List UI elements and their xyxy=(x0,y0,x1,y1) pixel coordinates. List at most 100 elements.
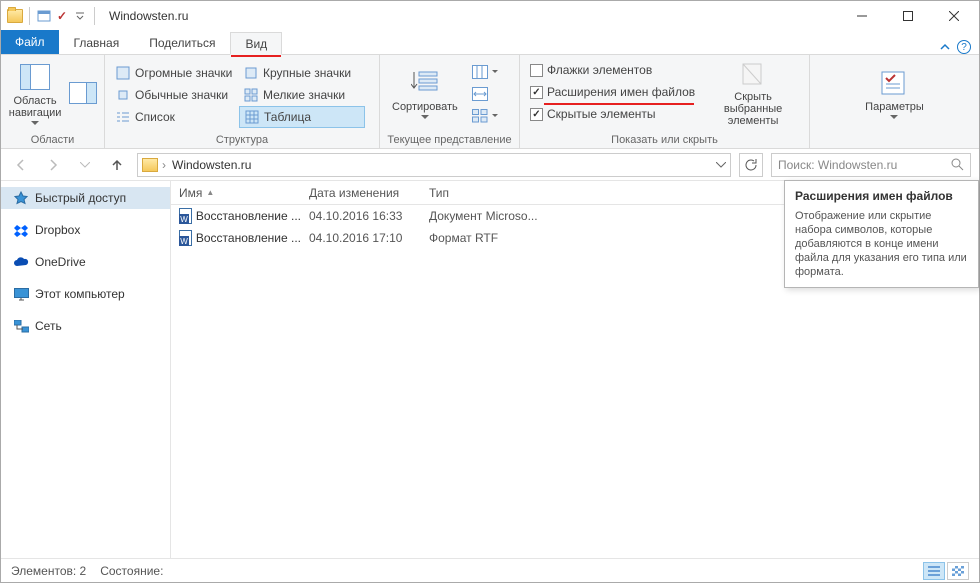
sort-asc-icon: ▲ xyxy=(206,188,214,197)
checkbox-icon xyxy=(530,108,543,121)
layout-large[interactable]: Крупные значки xyxy=(239,62,367,84)
layout-huge[interactable]: Огромные значки xyxy=(111,62,239,84)
options-icon xyxy=(878,67,910,99)
layout-details[interactable]: Таблица xyxy=(239,106,365,128)
recent-dropdown[interactable] xyxy=(73,153,97,177)
tab-share[interactable]: Поделиться xyxy=(134,31,230,54)
sidebar-network[interactable]: Сеть xyxy=(1,315,170,337)
word-doc-icon xyxy=(179,208,192,224)
thumbnails-view-toggle[interactable] xyxy=(947,562,969,580)
app-folder-icon xyxy=(7,9,23,23)
tabbar: Файл Главная Поделиться Вид ? xyxy=(1,31,979,55)
collapse-ribbon-icon[interactable] xyxy=(939,41,951,53)
dropbox-icon xyxy=(13,222,29,238)
details-icon xyxy=(244,109,260,125)
forward-button[interactable] xyxy=(41,153,65,177)
group-layout-label: Структура xyxy=(111,132,373,148)
word-doc-icon xyxy=(179,230,192,246)
status-state: Состояние: xyxy=(100,564,163,578)
tooltip-extensions: Расширения имен файлов Отображение или с… xyxy=(784,180,979,288)
checkbox-item-checkboxes[interactable]: Флажки элементов xyxy=(526,59,699,81)
preview-pane-button[interactable] xyxy=(67,57,98,129)
header-date[interactable]: Дата изменения xyxy=(301,186,421,200)
up-button[interactable] xyxy=(105,153,129,177)
monitor-icon xyxy=(13,286,29,302)
hide-selected-label: Скрыть выбранные элементы xyxy=(709,91,797,127)
content-area: Быстрый доступ Dropbox OneDrive Этот ком… xyxy=(1,181,979,559)
dropdown-arrow-icon xyxy=(890,115,898,120)
layout-list[interactable]: Список xyxy=(111,106,239,128)
status-item-count: Элементов: 2 xyxy=(11,564,86,578)
help-icon[interactable]: ? xyxy=(957,40,971,54)
header-type[interactable]: Тип xyxy=(421,186,621,200)
add-columns-button[interactable] xyxy=(468,61,502,83)
back-button[interactable] xyxy=(9,153,33,177)
sidebar: Быстрый доступ Dropbox OneDrive Этот ком… xyxy=(1,181,171,559)
sidebar-this-pc[interactable]: Этот компьютер xyxy=(1,283,170,305)
qat-dropdown-icon[interactable] xyxy=(72,8,88,24)
sort-button[interactable]: Сортировать xyxy=(386,57,464,129)
crumb-separator: › xyxy=(162,158,166,172)
columns-icon xyxy=(472,64,488,80)
qat-properties-icon[interactable] xyxy=(36,8,52,24)
small-icons-icon xyxy=(243,87,259,103)
options-label: Параметры xyxy=(865,101,924,113)
breadcrumb-location[interactable]: Windowsten.ru xyxy=(170,158,253,172)
checkbox-hidden-items[interactable]: Скрытые элементы xyxy=(526,103,699,125)
header-name[interactable]: Имя▲ xyxy=(171,186,301,200)
navigation-pane-button[interactable]: Область навигации xyxy=(7,57,63,129)
ribbon: Область навигации Области Огромные значк… xyxy=(1,55,979,149)
details-view-toggle[interactable] xyxy=(923,562,945,580)
group-view-label: Текущее представление xyxy=(386,132,513,148)
statusbar: Элементов: 2 Состояние: xyxy=(1,558,979,582)
sidebar-dropbox[interactable]: Dropbox xyxy=(1,219,170,241)
dropdown-arrow-icon xyxy=(421,115,429,120)
size-columns-button[interactable] xyxy=(468,83,502,105)
search-box[interactable]: Поиск: Windowsten.ru xyxy=(771,153,971,177)
refresh-button[interactable] xyxy=(739,153,763,177)
layout-small[interactable]: Мелкие значки xyxy=(239,84,367,106)
tab-home[interactable]: Главная xyxy=(59,31,135,54)
tooltip-body: Отображение или скрытие набора символов,… xyxy=(795,209,968,279)
tab-file[interactable]: Файл xyxy=(1,30,59,54)
sidebar-onedrive[interactable]: OneDrive xyxy=(1,251,170,273)
maximize-button[interactable] xyxy=(885,1,931,31)
sidebar-quick-access[interactable]: Быстрый доступ xyxy=(1,187,170,209)
address-dropdown-icon[interactable] xyxy=(716,162,726,168)
large-icons-icon xyxy=(243,65,259,81)
details-bars-icon xyxy=(928,566,940,576)
layout-medium[interactable]: Обычные значки xyxy=(111,84,239,106)
network-icon xyxy=(13,318,29,334)
minimize-button[interactable] xyxy=(839,1,885,31)
checkbox-icon xyxy=(530,86,543,99)
list-icon xyxy=(115,109,131,125)
sort-icon xyxy=(409,67,441,99)
onedrive-icon xyxy=(13,254,29,270)
search-placeholder: Поиск: Windowsten.ru xyxy=(778,158,897,172)
navigation-pane-icon xyxy=(19,61,51,93)
tooltip-title: Расширения имен файлов xyxy=(795,189,968,203)
navigation-pane-label: Область навигации xyxy=(9,95,62,119)
separator xyxy=(29,7,30,25)
group-by-button[interactable] xyxy=(468,105,502,127)
options-button[interactable]: Параметры xyxy=(859,57,930,129)
checkbox-file-extensions[interactable]: Расширения имен файлов xyxy=(526,81,699,103)
group-panes-label: Области xyxy=(7,132,98,148)
huge-icons-icon xyxy=(115,65,131,81)
tab-view[interactable]: Вид xyxy=(230,32,282,55)
preview-pane-icon xyxy=(67,77,99,109)
address-bar[interactable]: › Windowsten.ru xyxy=(137,153,731,177)
hide-selected-icon xyxy=(737,59,769,89)
group-icon xyxy=(472,108,488,124)
thumb-grid-icon xyxy=(952,566,964,576)
close-button[interactable] xyxy=(931,1,977,31)
sort-label: Сортировать xyxy=(392,101,458,113)
checkbox-icon xyxy=(530,64,543,77)
separator xyxy=(94,7,95,25)
autosize-icon xyxy=(472,86,488,102)
medium-icons-icon xyxy=(115,87,131,103)
qat-check-icon[interactable]: ✓ xyxy=(54,8,70,24)
star-icon xyxy=(13,190,29,206)
dropdown-arrow-icon xyxy=(31,121,39,126)
file-list: Имя▲ Дата изменения Тип Восстановление .… xyxy=(171,181,979,559)
